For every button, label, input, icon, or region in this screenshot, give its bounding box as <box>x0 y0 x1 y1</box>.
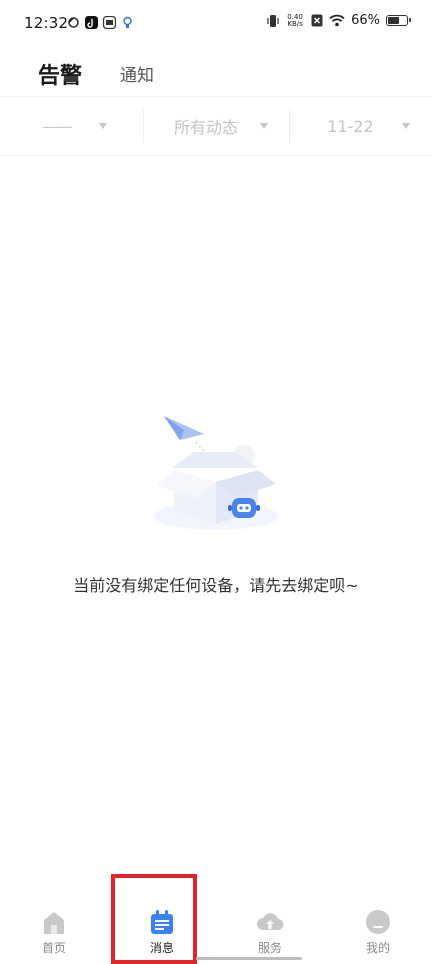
chevron-down-icon <box>98 123 107 129</box>
bottom-navigation: 首页 消息 服务 我的 <box>0 900 432 964</box>
chevron-down-icon <box>260 123 268 129</box>
empty-box-illustration <box>154 416 278 530</box>
nav-label-profile: 我的 <box>365 941 390 955</box>
app-screen: 12:32 0.40 KB/s 66% 告警 通知 —— 所有动态 11-22 … <box>0 0 432 964</box>
app-icon <box>103 16 116 29</box>
nav-label-services: 服务 <box>257 941 282 955</box>
status-notification-icons <box>67 16 134 29</box>
battery-percentage: 66% <box>351 13 380 28</box>
empty-state-message: 当前没有绑定任何设备，请先去绑定呗~ <box>73 576 359 595</box>
status-system-icons: 0.40 KB/s 66% <box>267 13 411 28</box>
tab-alarm[interactable]: 告警 <box>38 58 82 90</box>
chevron-down-icon <box>401 123 410 129</box>
device-filter-dropdown[interactable]: —— <box>0 97 143 155</box>
header-tabs: 告警 通知 <box>0 52 432 97</box>
battery-level-fill <box>388 17 400 24</box>
nav-item-profile[interactable]: 我的 <box>348 908 408 956</box>
date-filter-dropdown[interactable]: 11-22 <box>289 97 432 155</box>
nav-item-home[interactable]: 首页 <box>24 908 84 956</box>
status-bar: 12:32 0.40 KB/s 66% <box>0 0 432 52</box>
tab-notification[interactable]: 通知 <box>120 61 154 86</box>
network-speed-unit: KB/s <box>287 19 303 28</box>
cloud-upload-icon <box>257 913 284 930</box>
battery-icon <box>386 15 411 26</box>
sync-icon <box>68 17 79 28</box>
bulb-icon <box>123 16 132 28</box>
active-tab-highlight-box <box>111 874 197 964</box>
network-speed: 0.40 KB/s <box>285 13 305 28</box>
dynamics-filter-dropdown[interactable]: 所有动态 <box>143 97 289 155</box>
dynamics-filter-value: 所有动态 <box>173 118 238 137</box>
nav-label-home: 首页 <box>41 941 66 955</box>
nav-item-services[interactable]: 服务 <box>240 908 300 956</box>
status-time: 12:32 <box>24 14 69 32</box>
wifi-icon <box>329 14 345 27</box>
no-sim-icon <box>311 14 323 27</box>
vibrate-icon <box>267 14 279 27</box>
filter-bar: —— 所有动态 11-22 <box>0 97 432 156</box>
home-indicator-bar[interactable] <box>196 957 302 960</box>
home-icon <box>44 912 64 934</box>
date-filter-value: 11-22 <box>327 116 374 136</box>
tiktok-icon <box>85 16 98 29</box>
device-filter-value: —— <box>42 116 73 136</box>
profile-icon <box>366 910 390 934</box>
